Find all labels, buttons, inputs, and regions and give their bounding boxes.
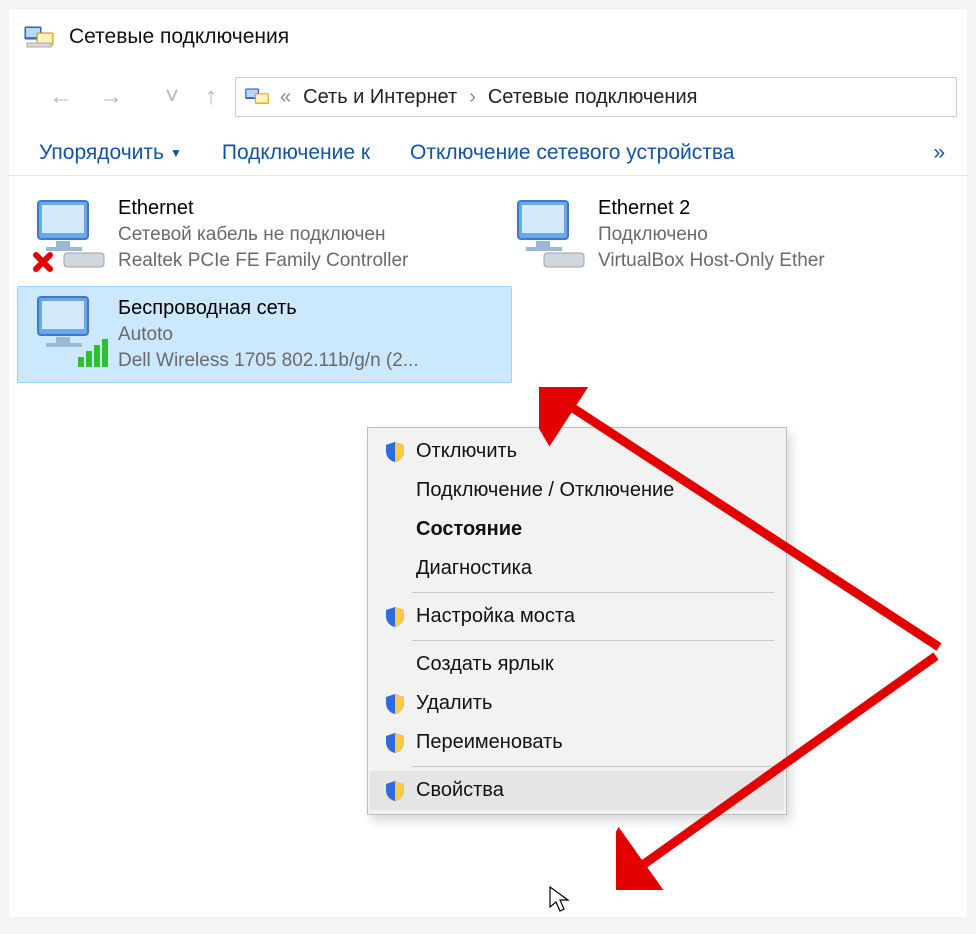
adapter-item-wireless[interactable]: Беспроводная сеть Autoto Dell Wireless 1… xyxy=(17,286,512,382)
context-menu-rename[interactable]: Переименовать xyxy=(370,723,784,762)
nav-up-button[interactable]: ↑ xyxy=(197,79,225,115)
context-menu-diagnose[interactable]: Диагностика xyxy=(370,549,784,588)
uac-shield-icon xyxy=(384,441,406,463)
adapters-list: Ethernet Сетевой кабель не подключен Rea… xyxy=(9,176,967,393)
nav-back-button[interactable]: ← xyxy=(41,79,81,115)
nav-recent-dropdown[interactable]: ˅ xyxy=(157,79,187,115)
toolbar: Упорядочить ▼ Подключение к Отключение с… xyxy=(9,135,967,176)
adapter-item-ethernet2[interactable]: Ethernet 2 Подключено VirtualBox Host-On… xyxy=(497,186,877,282)
breadcrumb-separator-icon: › xyxy=(463,86,482,109)
titlebar: Сетевые подключения xyxy=(9,9,967,71)
adapter-device: VirtualBox Host-Only Ether xyxy=(598,248,825,274)
context-menu-disable[interactable]: Отключить xyxy=(370,432,784,471)
context-menu-label: Создать ярлык xyxy=(416,653,554,676)
nav-forward-button[interactable]: → xyxy=(91,79,131,115)
network-connections-icon xyxy=(244,84,270,110)
adapter-status: Сетевой кабель не подключен xyxy=(118,222,408,248)
adapter-icon xyxy=(28,295,108,373)
adapter-name: Беспроводная сеть xyxy=(118,295,419,322)
context-menu-create-shortcut[interactable]: Создать ярлык xyxy=(370,645,784,684)
uac-shield-icon xyxy=(384,732,406,754)
context-menu-label: Настройка моста xyxy=(416,605,575,628)
adapter-name: Ethernet xyxy=(118,195,408,222)
mouse-cursor-icon xyxy=(548,885,570,919)
context-menu-label: Свойства xyxy=(416,779,504,802)
window-title: Сетевые подключения xyxy=(69,25,289,49)
adapter-icon xyxy=(28,195,108,273)
uac-shield-icon xyxy=(384,606,406,628)
context-menu-separator xyxy=(412,640,774,641)
context-menu-label: Подключение / Отключение xyxy=(416,479,674,502)
toolbar-disable-device[interactable]: Отключение сетевого устройства xyxy=(410,141,734,165)
toolbar-more[interactable]: » xyxy=(933,141,945,165)
adapter-device: Realtek PCIe FE Family Controller xyxy=(118,248,408,274)
context-menu-status[interactable]: Состояние xyxy=(370,510,784,549)
context-menu-bridge[interactable]: Настройка моста xyxy=(370,597,784,636)
chevron-down-icon: ▼ xyxy=(170,146,182,160)
adapter-status: Подключено xyxy=(598,222,825,248)
uac-shield-icon xyxy=(384,780,406,802)
context-menu-separator xyxy=(412,592,774,593)
context-menu-label: Удалить xyxy=(416,692,492,715)
context-menu-properties[interactable]: Свойства xyxy=(370,771,784,810)
breadcrumb-chevron-icon[interactable]: « xyxy=(274,86,297,109)
adapter-name: Ethernet 2 xyxy=(598,195,825,222)
network-connections-icon xyxy=(23,21,55,53)
uac-shield-icon xyxy=(384,693,406,715)
adapter-status: Autoto xyxy=(118,322,419,348)
context-menu: Отключить Подключение / Отключение Состо… xyxy=(367,427,787,815)
context-menu-connect-disconnect[interactable]: Подключение / Отключение xyxy=(370,471,784,510)
address-bar: ← → ˅ ↑ « Сеть и Интернет › Сетевые подк… xyxy=(9,71,967,135)
breadcrumb-network-connections[interactable]: Сетевые подключения xyxy=(486,84,700,111)
context-menu-delete[interactable]: Удалить xyxy=(370,684,784,723)
adapter-item-ethernet[interactable]: Ethernet Сетевой кабель не подключен Rea… xyxy=(17,186,477,282)
breadcrumb[interactable]: « Сеть и Интернет › Сетевые подключения xyxy=(235,77,957,117)
toolbar-organize[interactable]: Упорядочить ▼ xyxy=(39,141,182,165)
context-menu-separator xyxy=(412,766,774,767)
adapter-device: Dell Wireless 1705 802.11b/g/n (2... xyxy=(118,348,419,374)
adapter-icon xyxy=(508,195,588,273)
context-menu-label: Переименовать xyxy=(416,731,563,754)
context-menu-label: Отключить xyxy=(416,440,517,463)
toolbar-connect-to[interactable]: Подключение к xyxy=(222,141,370,165)
context-menu-label: Диагностика xyxy=(416,557,532,580)
breadcrumb-network-internet[interactable]: Сеть и Интернет xyxy=(301,84,459,111)
context-menu-label: Состояние xyxy=(416,518,522,541)
network-connections-window: Сетевые подключения ← → ˅ ↑ « Сеть и Инт… xyxy=(8,8,968,918)
